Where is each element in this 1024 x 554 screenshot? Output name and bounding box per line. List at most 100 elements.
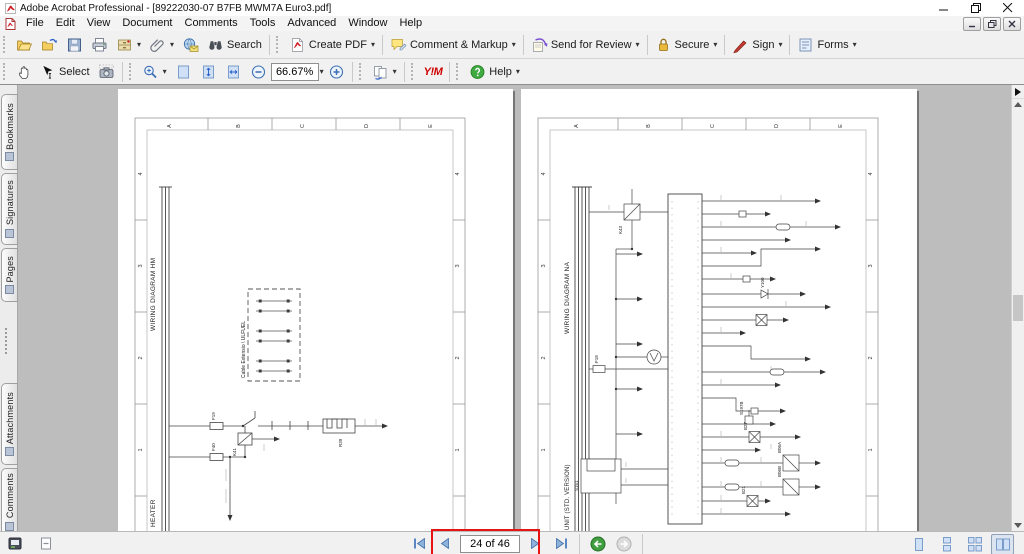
switch-s197b-label: S197B: [739, 401, 744, 415]
sidebar-tab-attachments[interactable]: Attachments: [1, 383, 18, 465]
yahoo-toolbar-button[interactable]: Y!M: [420, 60, 447, 84]
sidebar-tab-signatures[interactable]: Signatures: [1, 173, 18, 245]
fit-page-button[interactable]: [196, 60, 221, 84]
menu-advanced[interactable]: Advanced: [281, 16, 342, 31]
sign-button[interactable]: Sign▾: [728, 33, 786, 57]
document-status-button[interactable]: [8, 537, 22, 550]
pane-resize-handle[interactable]: [5, 328, 13, 354]
svg-text:C: C: [710, 124, 716, 128]
toolbar-grip[interactable]: [3, 63, 8, 80]
continuous-facing-button[interactable]: [963, 534, 986, 554]
menu-edit[interactable]: Edit: [50, 16, 81, 31]
menu-window[interactable]: Window: [342, 16, 393, 31]
zoom-in-button[interactable]: [324, 60, 349, 84]
sensor-b21-label: B21: [741, 485, 746, 494]
next-view-icon: [616, 536, 632, 552]
zoom-tool-button[interactable]: ▾: [138, 60, 171, 84]
next-page-button[interactable]: [524, 533, 546, 554]
menu-document[interactable]: Document: [116, 16, 178, 31]
menu-view[interactable]: View: [81, 16, 117, 31]
forms-label: Forms: [817, 39, 848, 51]
last-page-icon: [555, 538, 568, 549]
vertical-scrollbar[interactable]: [1011, 85, 1024, 532]
scrollbar-thumb[interactable]: [1013, 295, 1023, 321]
organizer-open-button[interactable]: [37, 33, 62, 57]
toolbar-grip[interactable]: [3, 36, 8, 53]
svg-text:4: 4: [541, 172, 547, 175]
page-options-icon: [40, 537, 52, 550]
select-tool-button[interactable]: Select: [37, 60, 94, 84]
toolbar-grip[interactable]: [456, 63, 461, 80]
snapshot-tool-button[interactable]: [94, 60, 119, 84]
previous-view-button[interactable]: [587, 533, 609, 554]
pane-expand-button[interactable]: [1012, 85, 1024, 99]
create-pdf-icon: [289, 37, 306, 53]
search-button[interactable]: Search: [203, 33, 266, 57]
menu-tools[interactable]: Tools: [244, 16, 282, 31]
toolbar-grip[interactable]: [276, 36, 281, 53]
document-close-button[interactable]: [1003, 17, 1021, 31]
forms-button[interactable]: Forms▾: [793, 33, 860, 57]
hand-tool-button[interactable]: [12, 60, 37, 84]
svg-text:2: 2: [138, 356, 144, 359]
document-restore-button[interactable]: [983, 17, 1001, 31]
sidebar-tab-comments[interactable]: Comments: [1, 468, 18, 536]
zoom-out-button[interactable]: [246, 60, 271, 84]
page-number-input[interactable]: [460, 535, 520, 553]
facing-button[interactable]: [991, 534, 1014, 554]
create-pdf-button[interactable]: Create PDF▾: [285, 33, 379, 57]
search-label: Search: [227, 39, 262, 51]
send-for-review-button[interactable]: Send for Review▾: [527, 33, 644, 57]
pdf-page-right[interactable]: A B C D E 4 3 2 1 4 3 2 1 WIRING DI: [521, 89, 917, 532]
create-pdf-label: Create PDF: [309, 39, 367, 51]
window-close-button[interactable]: [992, 0, 1024, 16]
svg-text:4: 4: [138, 172, 144, 175]
window-restore-button[interactable]: [960, 0, 992, 16]
next-view-button[interactable]: [613, 533, 635, 554]
close-icon: [1008, 20, 1016, 28]
dropdown-arrow-icon: ▾: [778, 40, 782, 49]
sidebar-tab-pages[interactable]: Pages: [1, 248, 18, 302]
svg-text:E: E: [838, 124, 844, 128]
single-page-button[interactable]: [907, 534, 930, 554]
secure-button[interactable]: Secure▾: [651, 33, 722, 57]
document-pane[interactable]: A B C D E 4 3 2 1 4 3 2 1 WIRING DI: [17, 85, 1012, 532]
actual-size-button[interactable]: [171, 60, 196, 84]
relay-k43-label: K43: [618, 225, 623, 234]
menu-help[interactable]: Help: [393, 16, 428, 31]
page-display-button[interactable]: ▾: [368, 60, 401, 84]
attach-button[interactable]: ▾: [145, 33, 178, 57]
toolbar-grip[interactable]: [359, 63, 364, 80]
toolbar-grip[interactable]: [411, 63, 416, 80]
comment-markup-button[interactable]: Comment & Markup▾: [386, 33, 520, 57]
menu-file[interactable]: File: [20, 16, 50, 31]
save-button[interactable]: [62, 33, 87, 57]
svg-text:2: 2: [541, 356, 547, 359]
toolbar-grip[interactable]: [129, 63, 134, 80]
scroll-up-button[interactable]: [1012, 98, 1024, 111]
window-title: Adobe Acrobat Professional - [89222030-0…: [20, 3, 331, 14]
last-page-button[interactable]: [550, 533, 572, 554]
export-button[interactable]: ▾: [112, 33, 145, 57]
zoom-level-input[interactable]: [271, 63, 319, 81]
fit-width-button[interactable]: [221, 60, 246, 84]
open-button[interactable]: [12, 33, 37, 57]
window-minimize-button[interactable]: [928, 0, 960, 16]
camera-icon: [98, 64, 115, 80]
continuous-icon: [939, 537, 955, 552]
document-minimize-button[interactable]: [963, 17, 981, 31]
document-status-icon: [8, 537, 22, 550]
menu-comments[interactable]: Comments: [179, 16, 244, 31]
page-options-button[interactable]: [40, 537, 52, 550]
sidebar-tab-bookmarks[interactable]: Bookmarks: [1, 94, 18, 170]
help-button[interactable]: Help▾: [465, 60, 524, 84]
first-page-button[interactable]: [408, 533, 430, 554]
page-navigation: [408, 532, 646, 554]
email-button[interactable]: [178, 33, 203, 57]
pdf-page-left[interactable]: A B C D E 4 3 2 1 4 3 2 1 WIRING DI: [118, 89, 513, 532]
print-button[interactable]: [87, 33, 112, 57]
continuous-button[interactable]: [935, 534, 958, 554]
menu-bar: File Edit View Document Comments Tools A…: [0, 16, 1024, 32]
svg-text:3: 3: [541, 264, 547, 267]
previous-page-button[interactable]: [434, 533, 456, 554]
